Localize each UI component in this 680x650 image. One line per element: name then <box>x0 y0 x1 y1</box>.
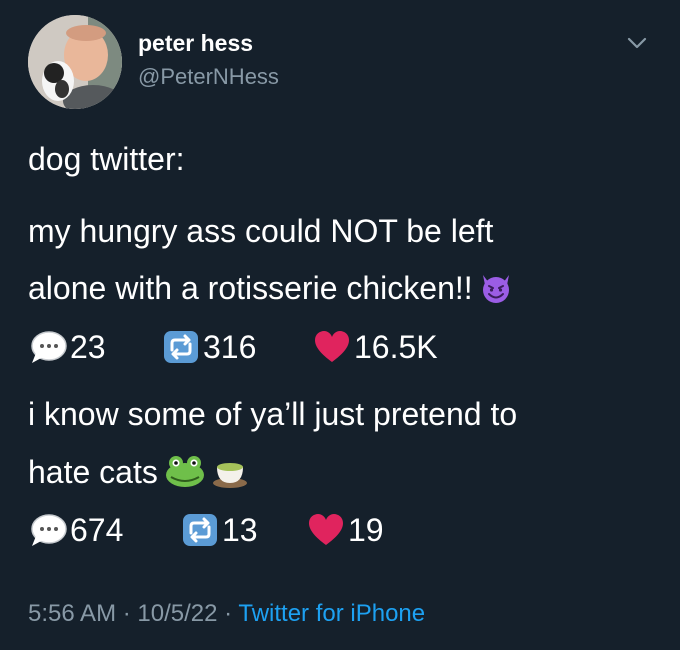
retweet-icon <box>164 331 198 363</box>
red-heart-icon <box>309 514 343 545</box>
profile-photo <box>28 15 122 109</box>
tweet-date[interactable]: 10/5/22 <box>137 600 217 627</box>
tweet-text-line: i know some of ya’ll just pretend to <box>28 396 518 432</box>
tweet-source-link[interactable]: Twitter for iPhone <box>238 600 425 627</box>
retweet-count[interactable]: 13 <box>180 510 258 550</box>
retweet-count[interactable]: 316 <box>161 327 256 367</box>
reply-count-value: 674 <box>70 511 124 548</box>
tea-emoji <box>212 463 247 488</box>
tweet-text-line: dog twitter: <box>28 141 185 177</box>
red-heart-icon <box>315 331 349 362</box>
user-handle[interactable]: @PeterNHess <box>138 64 279 90</box>
reply-count[interactable]: 23 <box>28 327 106 367</box>
frog-emoji <box>165 456 204 487</box>
retweet-count-value: 13 <box>222 511 258 548</box>
tweet-text: hate cats <box>28 454 158 490</box>
tweet-time[interactable]: 5:56 AM <box>28 600 116 627</box>
tweet-stats: 23 316 16.5K <box>28 327 628 367</box>
like-count[interactable]: 16.5K <box>312 327 438 367</box>
smiling-devil-emoji <box>482 275 509 303</box>
like-count[interactable]: 19 <box>306 510 384 550</box>
reply-count[interactable]: 674 <box>28 510 123 550</box>
speech-bubble-icon <box>31 331 67 363</box>
like-count-value: 16.5K <box>354 328 438 365</box>
tweet-text-line: alone with a rotisserie chicken!! <box>28 270 513 307</box>
speech-bubble-icon <box>31 514 67 546</box>
tweet-footer: 5:56 AM · 10/5/22 · Twitter for iPhone <box>28 600 425 628</box>
reply-count-value: 23 <box>70 328 106 365</box>
retweet-icon <box>183 514 217 546</box>
separator-dot: · <box>217 600 239 627</box>
like-count-value: 19 <box>348 511 384 548</box>
tweet-text: alone with a rotisserie chicken!! <box>28 270 473 306</box>
avatar[interactable] <box>28 15 122 109</box>
separator-dot: · <box>116 600 138 627</box>
chevron-down-icon[interactable] <box>622 32 652 54</box>
tweet-text-line: my hungry ass could NOT be left <box>28 213 494 249</box>
tweet-text-line: hate cats <box>28 454 248 491</box>
retweet-count-value: 316 <box>203 328 257 365</box>
display-name[interactable]: peter hess <box>138 30 253 57</box>
tweet-stats: 674 13 19 <box>28 510 628 550</box>
